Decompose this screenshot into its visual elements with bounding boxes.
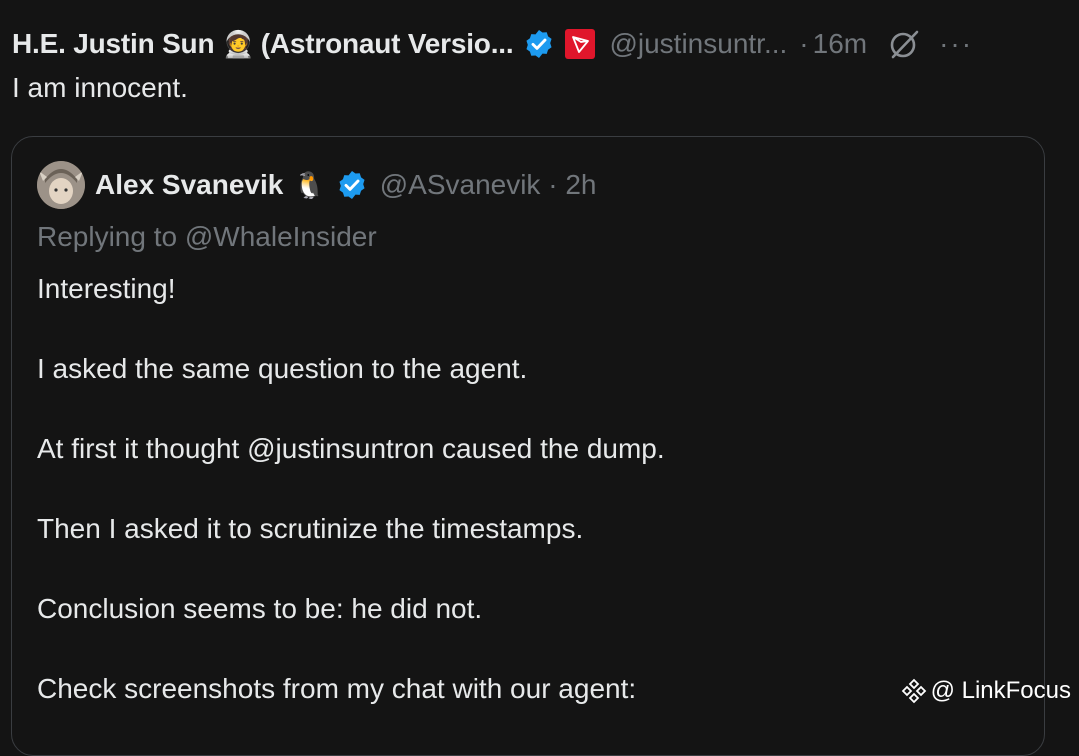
tweet-time[interactable]: 16m <box>813 28 867 60</box>
separator-dot: · <box>799 28 809 59</box>
quoted-paragraph: Then I asked it to scrutinize the timest… <box>37 513 584 544</box>
quoted-author-name[interactable]: Alex Svanevik <box>95 169 283 201</box>
quoted-paragraph: Interesting! <box>37 273 176 304</box>
watermark-text: @ LinkFocus <box>930 677 1071 704</box>
quoted-tweet-header: Alex Svanevik 🐧 @ASvanevik · 2h <box>37 161 596 209</box>
quoted-paragraph: At first it thought @justinsuntron cause… <box>37 433 665 464</box>
replying-to[interactable]: Replying to @WhaleInsider <box>37 221 377 253</box>
quoted-paragraph: Conclusion seems to be: he did not. <box>37 593 483 624</box>
watermark: @ LinkFocus <box>901 677 1071 705</box>
quoted-author-handle[interactable]: @ASvanevik · 2h <box>380 169 597 201</box>
penguin-emoji: 🐧 <box>293 169 326 200</box>
astronaut-emoji: 🧑‍🚀 <box>222 29 255 59</box>
author-name-suffix[interactable]: (Astronaut Versio... <box>261 28 514 60</box>
author-name[interactable]: H.E. Justin Sun <box>12 28 215 60</box>
quoted-paragraph: I asked the same question to the agent. <box>37 353 528 384</box>
avatar[interactable] <box>37 161 85 209</box>
tron-logo-icon <box>565 29 596 59</box>
quoted-tweet-body: Interesting! I asked the same question t… <box>37 269 1027 749</box>
author-handle[interactable]: @justinsuntr... <box>609 28 787 60</box>
quoted-tweet-card[interactable]: Alex Svanevik 🐧 @ASvanevik · 2h Replying… <box>11 136 1045 756</box>
verified-badge-icon <box>526 30 552 58</box>
quoted-paragraph: Check screenshots from my chat with our … <box>37 673 637 704</box>
diamond-logo-icon <box>901 678 926 704</box>
more-options-icon[interactable]: ··· <box>939 28 973 60</box>
tweet-text: I am innocent. <box>12 72 188 103</box>
tweet-header: H.E. Justin Sun 🧑‍🚀 (Astronaut Versio...… <box>12 22 1059 66</box>
grok-icon[interactable] <box>887 27 921 61</box>
verified-badge-icon <box>339 171 365 199</box>
